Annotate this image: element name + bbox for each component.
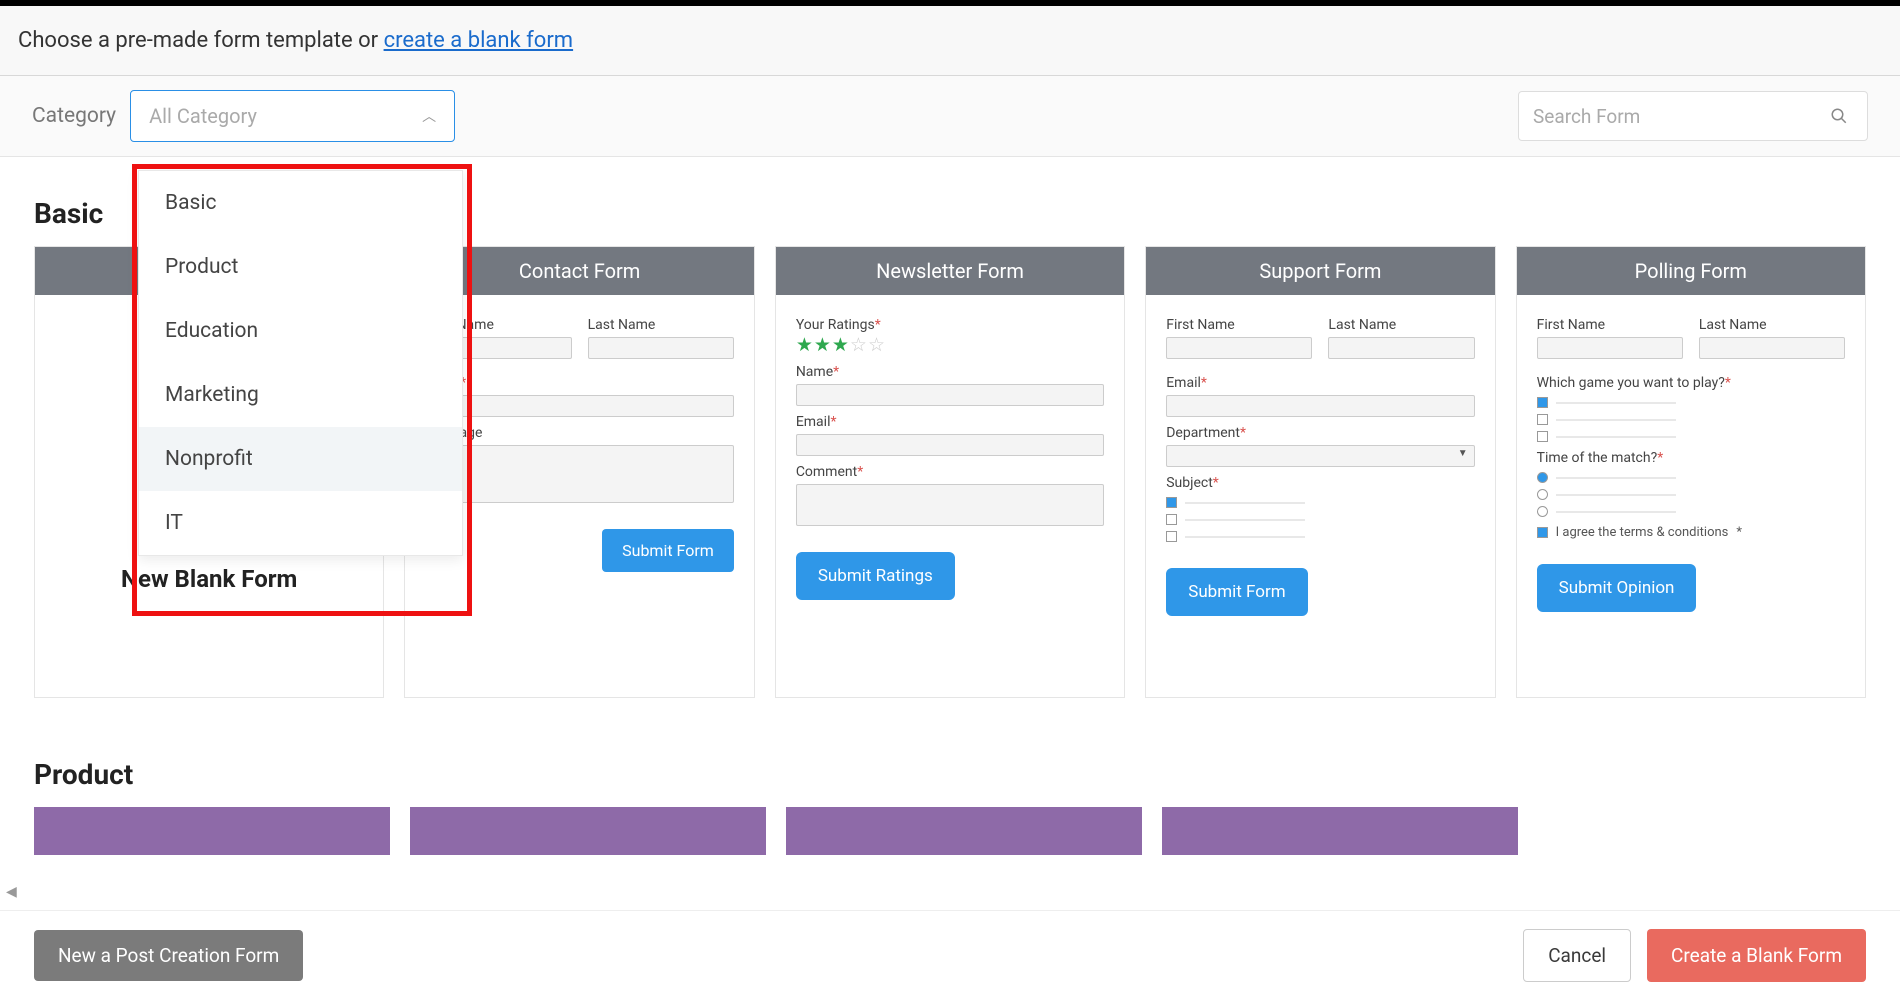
footer-bar: New a Post Creation Form Cancel Create a…	[0, 910, 1900, 1000]
field-textarea	[425, 445, 733, 503]
search-input[interactable]	[1519, 105, 1811, 128]
field-input	[1537, 337, 1683, 359]
field-label: Last Name	[1328, 317, 1474, 333]
filter-left: Category All Category ︿	[32, 90, 455, 142]
field-label: First Name	[1166, 317, 1312, 333]
category-dropdown[interactable]: BasicProductEducationMarketingNonprofitI…	[138, 170, 463, 556]
terms-line: I agree the terms & conditions*	[1537, 525, 1845, 540]
section-title-product: Product	[34, 758, 1866, 791]
category-option-product[interactable]: Product	[139, 235, 462, 299]
category-select[interactable]: All Category ︿	[130, 90, 455, 142]
filter-row: Category All Category ︿	[0, 76, 1900, 157]
field-label: Department*	[1166, 425, 1474, 441]
template-card-product[interactable]	[1162, 807, 1518, 855]
field-textarea	[796, 484, 1104, 526]
category-option-marketing[interactable]: Marketing	[139, 363, 462, 427]
checkbox-line	[1537, 397, 1845, 408]
card-header: Polling Form	[1517, 247, 1865, 295]
field-label: Last Name	[588, 317, 734, 333]
card-header: Newsletter Form	[776, 247, 1124, 295]
template-card-product[interactable]	[34, 807, 390, 855]
field-label: Your Ratings*	[796, 317, 1104, 333]
chevron-up-icon: ︿	[422, 106, 436, 126]
checkbox-line	[1166, 497, 1474, 508]
field-input	[425, 395, 733, 417]
field-label: Message	[425, 425, 733, 441]
field-label: Comment*	[796, 464, 1104, 480]
radio-line	[1537, 506, 1845, 517]
header-prompt-text: Choose a pre-made form template or	[18, 28, 384, 53]
field-input	[1699, 337, 1845, 359]
checkbox-line	[1166, 531, 1474, 542]
field-input	[588, 337, 734, 359]
card-body-polling: First Name Last Name Which game you want…	[1517, 295, 1865, 697]
card-header: Support Form	[1146, 247, 1494, 295]
header-prompt: Choose a pre-made form template or creat…	[0, 6, 1900, 76]
create-blank-form-button[interactable]: Create a Blank Form	[1647, 929, 1866, 982]
new-blank-title: New Blank Form	[121, 565, 297, 593]
create-blank-form-link[interactable]: create a blank form	[384, 28, 574, 53]
radio-line	[1537, 489, 1845, 500]
new-post-creation-button[interactable]: New a Post Creation Form	[34, 930, 303, 981]
checkbox-line	[1166, 514, 1474, 525]
pager-prev-icon[interactable]: ◀	[6, 884, 17, 900]
field-input	[796, 434, 1104, 456]
search-icon	[1830, 107, 1848, 125]
template-card-polling[interactable]: Polling Form First Name Last Name Which …	[1516, 246, 1866, 698]
field-label: Subject*	[1166, 475, 1474, 491]
submit-button: Submit Opinion	[1537, 564, 1697, 612]
terms-label: I agree the terms & conditions	[1556, 525, 1729, 540]
field-label: Which game you want to play?*	[1537, 375, 1845, 391]
submit-button: Submit Ratings	[796, 552, 955, 600]
field-input	[1166, 395, 1474, 417]
product-cards-row	[34, 807, 1866, 855]
template-card-newsletter[interactable]: Newsletter Form Your Ratings* ★★★☆☆ Name…	[775, 246, 1125, 698]
card-body-newsletter: Your Ratings* ★★★☆☆ Name* Email* Comment…	[776, 295, 1124, 697]
category-label: Category	[32, 104, 116, 128]
category-option-nonprofit[interactable]: Nonprofit	[139, 427, 462, 491]
field-label: Email*	[796, 414, 1104, 430]
search-form-wrap	[1518, 91, 1868, 141]
field-label: Email*	[1166, 375, 1474, 391]
radio-line	[1537, 472, 1845, 483]
field-label: Name*	[796, 364, 1104, 380]
checkbox-line	[1537, 414, 1845, 425]
category-option-it[interactable]: IT	[139, 491, 462, 555]
submit-button: Submit Form	[1166, 568, 1307, 616]
field-select: ▼	[1166, 445, 1474, 467]
search-button[interactable]	[1811, 92, 1867, 140]
field-label: Email*	[425, 375, 733, 391]
cancel-button[interactable]: Cancel	[1523, 929, 1631, 982]
template-card-product[interactable]	[410, 807, 766, 855]
template-card-support[interactable]: Support Form First Name Last Name Email*…	[1145, 246, 1495, 698]
template-card-product[interactable]	[786, 807, 1142, 855]
star-rating: ★★★☆☆	[796, 333, 1104, 356]
checkbox-line	[1537, 431, 1845, 442]
category-option-basic[interactable]: Basic	[139, 171, 462, 235]
category-select-placeholder: All Category	[149, 104, 257, 128]
field-input	[1328, 337, 1474, 359]
category-option-education[interactable]: Education	[139, 299, 462, 363]
submit-button: Submit Form	[602, 529, 734, 572]
field-label: First Name	[1537, 317, 1683, 333]
card-body-support: First Name Last Name Email* Department* ▼…	[1146, 295, 1494, 697]
field-label: Time of the match?*	[1537, 450, 1845, 466]
field-input	[1166, 337, 1312, 359]
field-input	[796, 384, 1104, 406]
field-label: Last Name	[1699, 317, 1845, 333]
